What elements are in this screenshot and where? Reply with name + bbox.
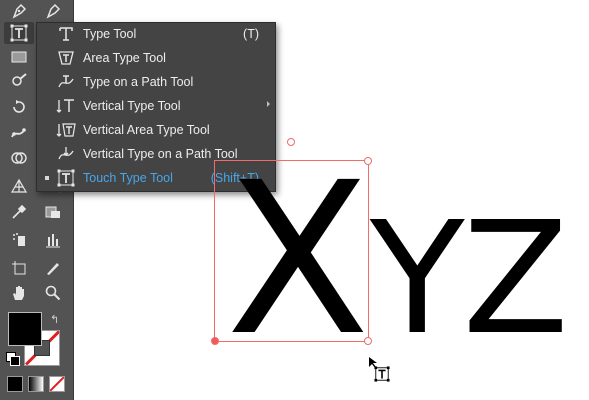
artboard-tool-icon[interactable]	[4, 257, 34, 279]
glyph-bounding-box[interactable]	[214, 160, 369, 342]
rotate-tool-icon[interactable]	[4, 96, 34, 118]
vertical-type-tool-icon	[55, 97, 77, 115]
text-glyphs[interactable]: YZ	[370, 201, 569, 356]
area-type-tool-icon	[55, 49, 77, 67]
type-on-path-tool-icon	[55, 73, 77, 91]
pen-tool-icon[interactable]	[4, 0, 34, 22]
scale-handle-top-right[interactable]	[364, 157, 372, 165]
menu-item-label: Vertical Area Type Tool	[83, 123, 210, 137]
menu-item-label: Type Tool	[83, 27, 137, 41]
fill-color-swatch[interactable]	[8, 312, 42, 346]
vertical-area-type-tool-icon	[55, 121, 77, 139]
touch-type-tool-icon	[55, 169, 77, 187]
menu-item-type-tool[interactable]: Type Tool (T)	[37, 23, 275, 45]
swap-fill-stroke-icon[interactable]: ↰	[50, 313, 59, 326]
curvature-tool-icon[interactable]	[38, 0, 68, 22]
touch-type-cursor-icon	[374, 366, 390, 387]
gradient-tool-icon[interactable]	[38, 201, 68, 223]
submenu-arrow-icon	[267, 101, 270, 107]
touch-type-tool-button[interactable]	[4, 22, 34, 44]
scale-handle-bottom-right[interactable]	[364, 337, 372, 345]
slice-tool-icon[interactable]	[38, 257, 68, 279]
none-mode-button[interactable]	[49, 376, 65, 392]
selected-bullet-icon	[45, 176, 49, 180]
default-fill-stroke-icon-back	[10, 356, 20, 366]
gradient-mode-button[interactable]	[28, 376, 44, 392]
type-tool-icon	[55, 25, 77, 43]
shape-builder-tool-icon[interactable]	[4, 147, 34, 169]
eyedropper-tool-icon[interactable]	[4, 201, 34, 223]
menu-item-label: Touch Type Tool	[83, 171, 173, 185]
rotate-handle[interactable]	[287, 138, 295, 146]
symbol-sprayer-tool-icon[interactable]	[4, 229, 34, 251]
menu-item-area-type-tool[interactable]: Area Type Tool	[37, 47, 275, 69]
vertical-type-on-path-tool-icon	[55, 145, 77, 163]
menu-item-label: Vertical Type on a Path Tool	[83, 147, 238, 161]
zoom-tool-icon[interactable]	[38, 282, 68, 304]
puppet-warp-tool-icon[interactable]	[4, 122, 34, 144]
menu-item-label: Area Type Tool	[83, 51, 166, 65]
menu-item-type-on-path-tool[interactable]: Type on a Path Tool	[37, 71, 275, 93]
hand-tool-icon[interactable]	[4, 282, 34, 304]
menu-item-shortcut: (T)	[243, 27, 259, 41]
color-mode-button[interactable]	[7, 376, 23, 392]
column-graph-tool-icon[interactable]	[38, 229, 68, 251]
anchor-handle-bottom-left[interactable]	[211, 337, 219, 345]
rectangle-tool-icon[interactable]	[4, 46, 34, 68]
menu-item-vertical-type-tool[interactable]: Vertical Type Tool	[37, 95, 275, 117]
paintbrush-tool-icon[interactable]	[4, 70, 34, 92]
perspective-grid-tool-icon[interactable]	[4, 175, 34, 197]
menu-item-label: Vertical Type Tool	[83, 99, 181, 113]
menu-item-label: Type on a Path Tool	[83, 75, 194, 89]
